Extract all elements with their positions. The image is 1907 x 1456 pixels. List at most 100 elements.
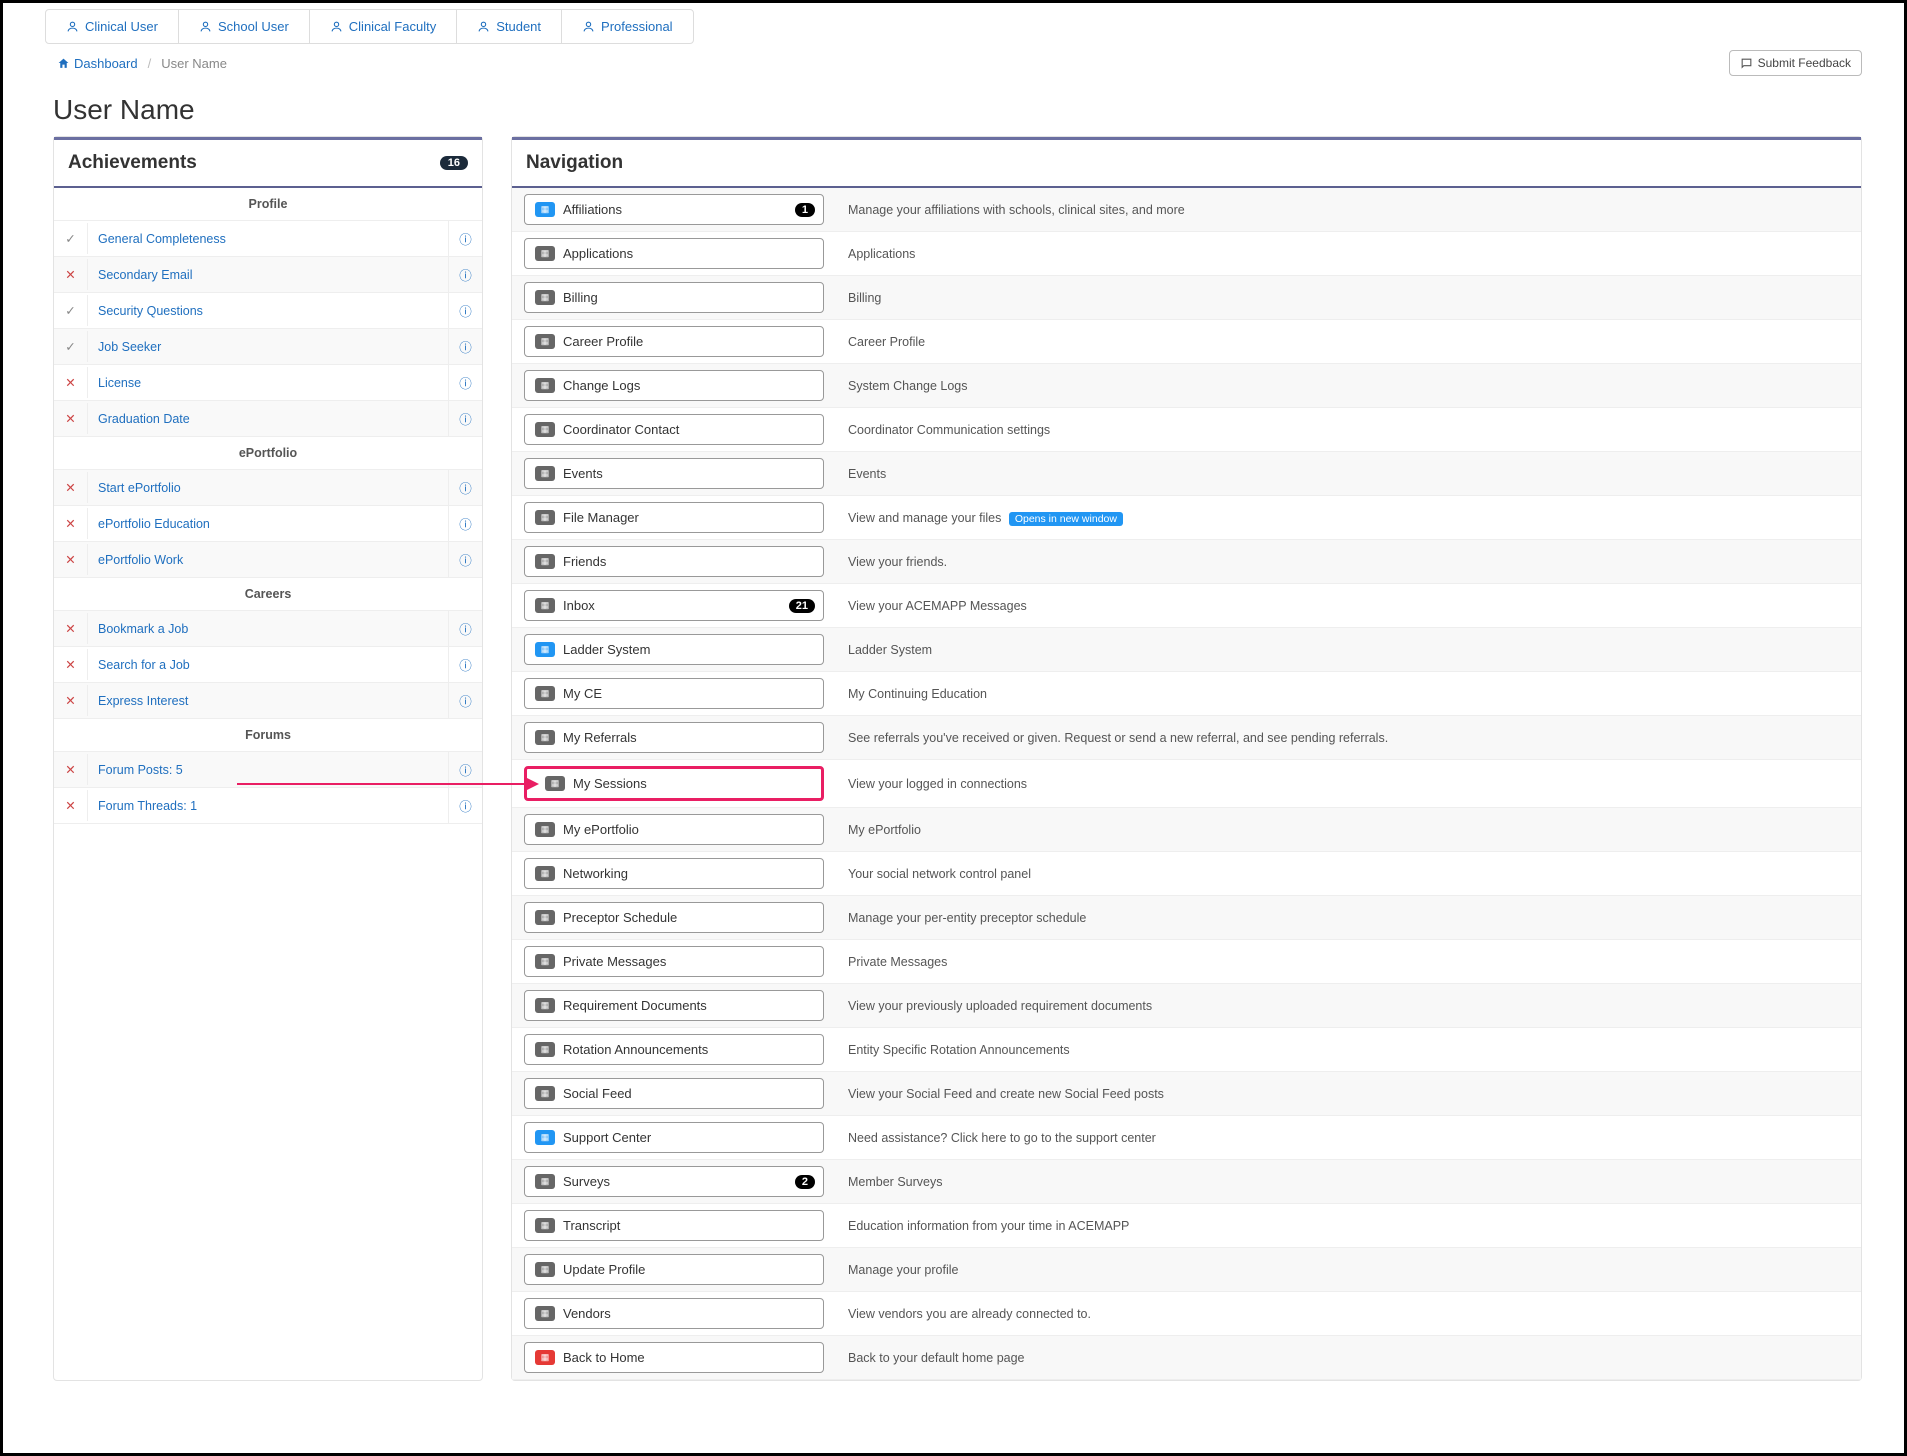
info-icon[interactable]: ⓘ — [448, 542, 482, 577]
nav-button-icon: ▦ — [535, 642, 555, 657]
info-icon[interactable]: ⓘ — [448, 365, 482, 400]
nav-button-rotation-announcements[interactable]: ▦Rotation Announcements — [524, 1034, 824, 1065]
achievement-link[interactable]: Search for a Job — [88, 650, 448, 680]
nav-description: Ladder System — [848, 643, 932, 657]
nav-button-back-to-home[interactable]: ▦Back to Home — [524, 1342, 824, 1373]
nav-button-social-feed[interactable]: ▦Social Feed — [524, 1078, 824, 1109]
nav-button-label: Career Profile — [563, 334, 643, 349]
info-icon[interactable]: ⓘ — [448, 221, 482, 256]
nav-description: View and manage your files Opens in new … — [848, 511, 1123, 525]
nav-button-update-profile[interactable]: ▦Update Profile — [524, 1254, 824, 1285]
nav-row: ▦VendorsView vendors you are already con… — [512, 1292, 1861, 1336]
nav-row: ▦Update ProfileManage your profile — [512, 1248, 1861, 1292]
info-icon[interactable]: ⓘ — [448, 293, 482, 328]
achievement-link[interactable]: Forum Threads: 1 — [88, 791, 448, 821]
achievement-link[interactable]: Secondary Email — [88, 260, 448, 290]
status-icon: ✕ — [54, 508, 88, 539]
nav-button-affiliations[interactable]: ▦Affiliations1 — [524, 194, 824, 225]
breadcrumb-home[interactable]: Dashboard — [57, 56, 138, 71]
nav-button-preceptor-schedule[interactable]: ▦Preceptor Schedule — [524, 902, 824, 933]
tab-label: Clinical User — [85, 19, 158, 34]
nav-button-label: My Sessions — [573, 776, 647, 791]
nav-button-inbox[interactable]: ▦Inbox21 — [524, 590, 824, 621]
nav-button-support-center[interactable]: ▦Support Center — [524, 1122, 824, 1153]
status-icon: ✕ — [54, 403, 88, 434]
status-icon: ✓ — [54, 223, 88, 254]
info-icon[interactable]: ⓘ — [448, 788, 482, 823]
nav-button-vendors[interactable]: ▦Vendors — [524, 1298, 824, 1329]
achievement-link[interactable]: Bookmark a Job — [88, 614, 448, 644]
status-icon: ✕ — [54, 649, 88, 680]
achievement-link[interactable]: General Completeness — [88, 224, 448, 254]
achievements-count-badge: 16 — [440, 156, 468, 170]
achievement-row: ✕Bookmark a Jobⓘ — [54, 611, 482, 647]
nav-button-my-sessions[interactable]: ▦My Sessions — [524, 766, 824, 801]
nav-button-networking[interactable]: ▦Networking — [524, 858, 824, 889]
info-icon[interactable]: ⓘ — [448, 506, 482, 541]
info-icon[interactable]: ⓘ — [448, 611, 482, 646]
achievement-link[interactable]: Security Questions — [88, 296, 448, 326]
nav-description: Member Surveys — [848, 1175, 942, 1189]
nav-button-label: Coordinator Contact — [563, 422, 679, 437]
achievement-link[interactable]: Job Seeker — [88, 332, 448, 362]
tab-school-user[interactable]: School User — [179, 10, 310, 43]
nav-description: Entity Specific Rotation Announcements — [848, 1043, 1070, 1057]
nav-button-ladder-system[interactable]: ▦Ladder System — [524, 634, 824, 665]
submit-feedback-button[interactable]: Submit Feedback — [1729, 50, 1862, 76]
info-icon[interactable]: ⓘ — [448, 257, 482, 292]
nav-row: ▦My CEMy Continuing Education — [512, 672, 1861, 716]
achievement-link[interactable]: ePortfolio Work — [88, 545, 448, 575]
nav-button-label: Friends — [563, 554, 606, 569]
tab-clinical-faculty[interactable]: Clinical Faculty — [310, 10, 457, 43]
nav-button-coordinator-contact[interactable]: ▦Coordinator Contact — [524, 414, 824, 445]
nav-button-transcript[interactable]: ▦Transcript — [524, 1210, 824, 1241]
achievement-link[interactable]: Start ePortfolio — [88, 473, 448, 503]
nav-button-private-messages[interactable]: ▦Private Messages — [524, 946, 824, 977]
nav-button-career-profile[interactable]: ▦Career Profile — [524, 326, 824, 357]
nav-button-events[interactable]: ▦Events — [524, 458, 824, 489]
nav-button-surveys[interactable]: ▦Surveys2 — [524, 1166, 824, 1197]
achievement-row: ✕Search for a Jobⓘ — [54, 647, 482, 683]
nav-button-billing[interactable]: ▦Billing — [524, 282, 824, 313]
nav-button-icon: ▦ — [535, 1042, 555, 1057]
nav-button-label: Transcript — [563, 1218, 620, 1233]
tab-label: Clinical Faculty — [349, 19, 436, 34]
nav-description: View your previously uploaded requiremen… — [848, 999, 1152, 1013]
achievement-link[interactable]: Express Interest — [88, 686, 448, 716]
nav-row: ▦Coordinator ContactCoordinator Communic… — [512, 408, 1861, 452]
info-icon[interactable]: ⓘ — [448, 329, 482, 364]
tab-professional[interactable]: Professional — [562, 10, 693, 43]
status-icon: ✕ — [54, 685, 88, 716]
tab-student[interactable]: Student — [457, 10, 562, 43]
nav-button-my-referrals[interactable]: ▦ My Referrals — [524, 722, 824, 753]
tab-clinical-user[interactable]: Clinical User — [46, 10, 179, 43]
nav-button-label: My Referrals — [563, 730, 637, 745]
nav-button-label: Social Feed — [563, 1086, 632, 1101]
nav-button-change-logs[interactable]: ▦Change Logs — [524, 370, 824, 401]
nav-button-file-manager[interactable]: ▦File Manager — [524, 502, 824, 533]
nav-description: Private Messages — [848, 955, 947, 969]
nav-description: System Change Logs — [848, 379, 968, 393]
nav-button-my-ce[interactable]: ▦My CE — [524, 678, 824, 709]
achievement-link[interactable]: License — [88, 368, 448, 398]
navigation-title: Navigation — [526, 152, 623, 174]
nav-button-my-eportfolio[interactable]: ▦My ePortfolio — [524, 814, 824, 845]
nav-button-icon: ▦ — [535, 598, 555, 613]
person-icon — [66, 20, 79, 33]
info-icon[interactable]: ⓘ — [448, 683, 482, 718]
nav-row: ▦BillingBilling — [512, 276, 1861, 320]
nav-button-applications[interactable]: ▦Applications — [524, 238, 824, 269]
nav-button-friends[interactable]: ▦Friends — [524, 546, 824, 577]
info-icon[interactable]: ⓘ — [448, 401, 482, 436]
info-icon[interactable]: ⓘ — [448, 470, 482, 505]
nav-description: Back to your default home page — [848, 1351, 1025, 1365]
achievement-link[interactable]: ePortfolio Education — [88, 509, 448, 539]
info-icon[interactable]: ⓘ — [448, 647, 482, 682]
achievement-link[interactable]: Graduation Date — [88, 404, 448, 434]
nav-button-requirement-documents[interactable]: ▦Requirement Documents — [524, 990, 824, 1021]
nav-button-icon: ▦ — [535, 730, 555, 745]
user-type-tabs: Clinical User School User Clinical Faculty… — [45, 9, 694, 44]
tab-label: Professional — [601, 19, 673, 34]
achievement-section-label: Forums — [54, 719, 482, 752]
achievement-link[interactable]: Forum Posts: 5 — [88, 755, 448, 785]
